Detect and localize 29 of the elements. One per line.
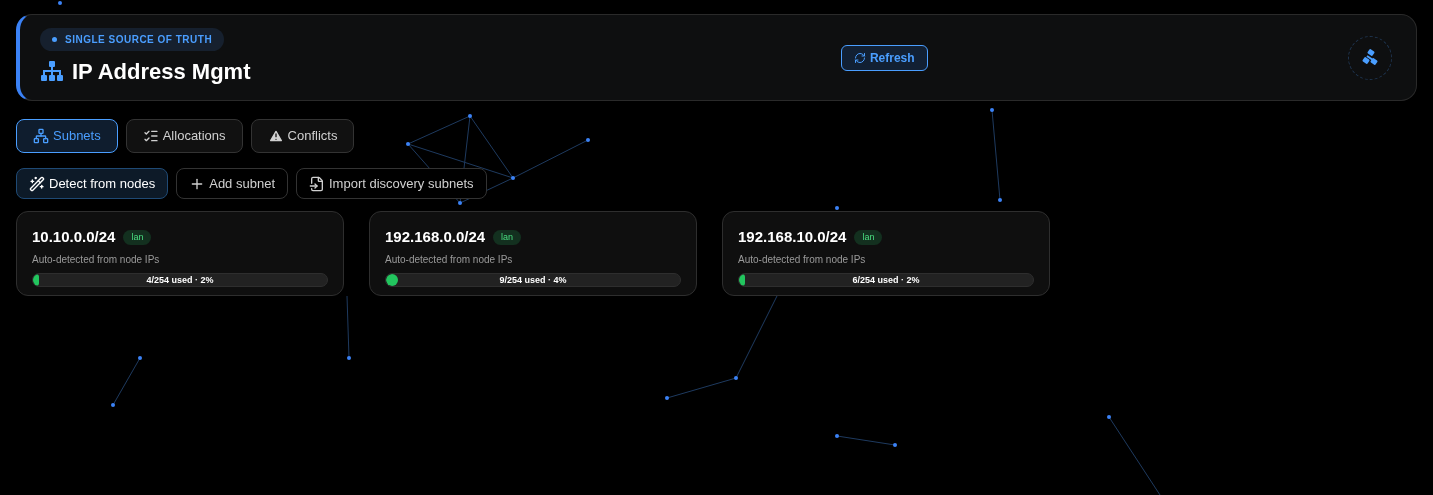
file-import-icon <box>309 175 325 192</box>
page-title: IP Address Mgmt <box>72 57 251 86</box>
subnet-description: Auto-detected from node IPs <box>32 252 161 267</box>
warning-icon <box>267 128 284 144</box>
subnet-description: Auto-detected from node IPs <box>738 252 867 267</box>
checklist-icon <box>142 128 159 144</box>
sitemap-icon <box>33 128 49 144</box>
tab[interactable]: Subnets <box>16 119 118 153</box>
sitemap-icon <box>40 59 64 83</box>
subnet-description: Auto-detected from node IPs <box>385 252 514 267</box>
magic-wand-icon <box>29 175 45 192</box>
subnet-tag: lan <box>123 229 152 245</box>
section-badge: SINGLE SOURCE OF TRUTH <box>40 27 225 51</box>
action-button[interactable]: Add subnet <box>176 168 288 199</box>
action-button[interactable]: Import discovery subnets <box>296 168 487 199</box>
subnet-cidr: 10.10.0.0/24 <box>32 227 116 247</box>
usage-text: 6/254 used · 2% <box>851 273 921 286</box>
tab[interactable]: Conflicts <box>250 119 355 153</box>
subnet-cidr: 192.168.10.0/24 <box>738 227 847 247</box>
tab[interactable]: Allocations <box>125 119 243 153</box>
subnet-tag: lan <box>493 229 522 245</box>
subnet-cidr: 192.168.0.0/24 <box>385 227 486 247</box>
action-button[interactable]: Detect from nodes <box>16 168 169 199</box>
refresh-icon <box>853 51 866 64</box>
satellite-icon <box>1360 47 1380 68</box>
usage-text: 9/254 used · 4% <box>498 273 568 286</box>
refresh-button[interactable]: Refresh <box>840 44 928 71</box>
subnet-tag: lan <box>854 229 883 245</box>
usage-text: 4/254 used · 2% <box>145 273 215 286</box>
